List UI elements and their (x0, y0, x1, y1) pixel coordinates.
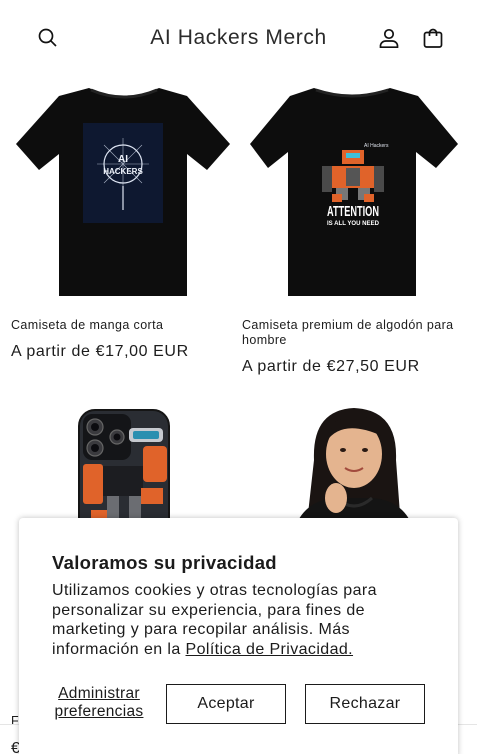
product-title[interactable]: Camiseta de manga corta (11, 318, 231, 333)
shirt-text: ATTENTION (327, 204, 379, 220)
site-header: AI Hackers Merch (0, 0, 477, 76)
product-price: A partir de €27,50 EUR (242, 358, 420, 375)
shirt-text: AI (118, 154, 128, 165)
product-image[interactable]: AI HACKERS (11, 86, 237, 316)
reject-button[interactable]: Rechazar (305, 684, 425, 724)
cookie-banner: Valoramos su privacidad Utilizamos cooki… (19, 518, 458, 754)
site-title[interactable]: AI Hackers Merch (0, 26, 477, 50)
manage-preferences-link[interactable]: Administrar preferencias (51, 685, 147, 721)
product-image[interactable]: AI Hackers ATTENTION IS ALL YOU NEED (242, 86, 468, 316)
product-title[interactable]: Camiseta premium de algodón para hombre (242, 318, 466, 348)
cart-icon[interactable] (421, 26, 445, 50)
cookie-heading: Valoramos su privacidad (52, 552, 277, 573)
shirt-text: IS ALL YOU NEED (327, 220, 379, 227)
shirt-text: AI Hackers (364, 143, 389, 149)
cookie-message: Utilizamos cookies y otras tecnologías p… (52, 581, 432, 659)
privacy-policy-link[interactable]: Política de Privacidad. (186, 641, 354, 658)
accept-button[interactable]: Aceptar (166, 684, 286, 724)
product-price: A partir de €17,00 EUR (11, 343, 189, 360)
user-icon[interactable] (377, 26, 401, 50)
shirt-text: HACKERS (103, 167, 143, 176)
